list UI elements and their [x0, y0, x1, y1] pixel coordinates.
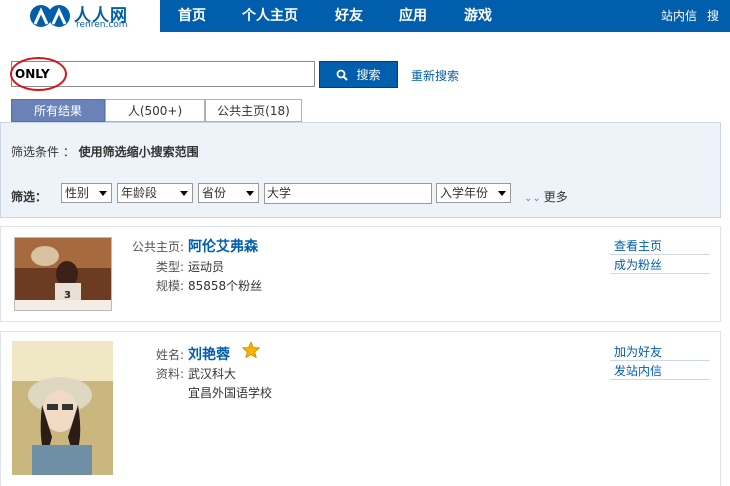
search-button-label: 搜索 [356, 68, 381, 82]
nav-messages[interactable]: 站内信 [661, 0, 697, 32]
nav-apps[interactable]: 应用 [399, 0, 427, 32]
nav-search[interactable]: 搜索 [707, 0, 730, 55]
school-input[interactable]: 大学 [264, 183, 432, 204]
filter-label: 筛选： [11, 190, 48, 204]
gender-select-value: 性别 [65, 186, 90, 200]
brand-sub: renren.com [76, 20, 128, 30]
more-filters-label: 更多 [543, 190, 568, 204]
basketball-player-image-icon: 3 [15, 238, 111, 310]
nav-home[interactable]: 首页 [178, 0, 206, 32]
svg-text:3: 3 [64, 290, 71, 301]
action-divider [610, 273, 710, 274]
search-input[interactable] [11, 61, 315, 87]
enroll-year-select-value: 入学年份 [440, 186, 489, 200]
action-divider [610, 379, 710, 380]
nav-games[interactable]: 游戏 [464, 0, 492, 32]
result-type: 运动员 [188, 260, 225, 274]
action-divider [610, 360, 710, 361]
result-avatar[interactable] [12, 341, 113, 475]
result-thumbnail[interactable]: 3 [14, 237, 112, 311]
age-select-value: 年龄段 [121, 186, 158, 200]
field-label-type: 类型: [155, 260, 184, 274]
become-fan-link[interactable]: 成为粉丝 [614, 256, 662, 273]
filter-condition-hint: 使用筛选缩小搜索范围 [78, 145, 199, 159]
province-select-value: 省份 [202, 186, 227, 200]
result-title-link[interactable]: 阿伦艾弗森 [188, 236, 258, 256]
enroll-year-select[interactable]: 入学年份 [436, 183, 511, 203]
result-info-line2: 宜昌外国语学校 [188, 386, 273, 400]
result-scale: 85858个粉丝 [188, 279, 263, 293]
send-message-link[interactable]: 发站内信 [614, 362, 662, 379]
search-button[interactable]: 搜索 [319, 61, 398, 88]
view-page-link[interactable]: 查看主页 [614, 237, 662, 254]
nav-profile[interactable]: 个人主页 [242, 0, 298, 32]
tab-all-results[interactable]: 所有结果 [11, 99, 105, 122]
more-filters-link[interactable]: ⌄⌄ 更多 [524, 188, 568, 205]
profile-photo-image-icon [12, 341, 113, 475]
field-label-info: 资料: [155, 367, 184, 381]
dropdown-arrow-icon [99, 191, 107, 196]
field-label-scale: 规模: [155, 279, 184, 293]
field-label-name: 姓名: [155, 348, 184, 362]
result-info-line1: 武汉科大 [188, 367, 237, 381]
dropdown-arrow-icon [180, 191, 188, 196]
gender-select[interactable]: 性别 [61, 183, 112, 203]
province-select[interactable]: 省份 [198, 183, 259, 203]
search-icon [337, 69, 349, 81]
age-select[interactable]: 年龄段 [117, 183, 193, 203]
field-label-title: 公共主页: [131, 240, 184, 254]
renren-logo-icon [30, 5, 70, 27]
result-name-link[interactable]: 刘艳蓉 [188, 344, 230, 364]
nav-friends[interactable]: 好友 [335, 0, 363, 32]
reset-search-link[interactable]: 重新搜索 [411, 67, 459, 84]
star-icon [242, 341, 260, 359]
dropdown-arrow-icon [498, 191, 506, 196]
logo[interactable]: 人人网 renren.com [0, 0, 160, 32]
dropdown-arrow-icon [246, 191, 254, 196]
filter-condition: 筛选条件 ： 使用筛选缩小搜索范围 [11, 143, 199, 160]
tab-people[interactable]: 人(500+) [105, 99, 205, 122]
tab-public-pages[interactable]: 公共主页(18) [205, 99, 302, 122]
action-divider [610, 254, 710, 255]
filter-condition-label: 筛选条件 ： [11, 145, 75, 159]
double-chevron-down-icon: ⌄⌄ [524, 193, 541, 204]
add-friend-link[interactable]: 加为好友 [614, 343, 662, 360]
top-nav: 人人网 renren.com 首页 个人主页 好友 应用 游戏 站内信 搜索 [0, 0, 730, 55]
